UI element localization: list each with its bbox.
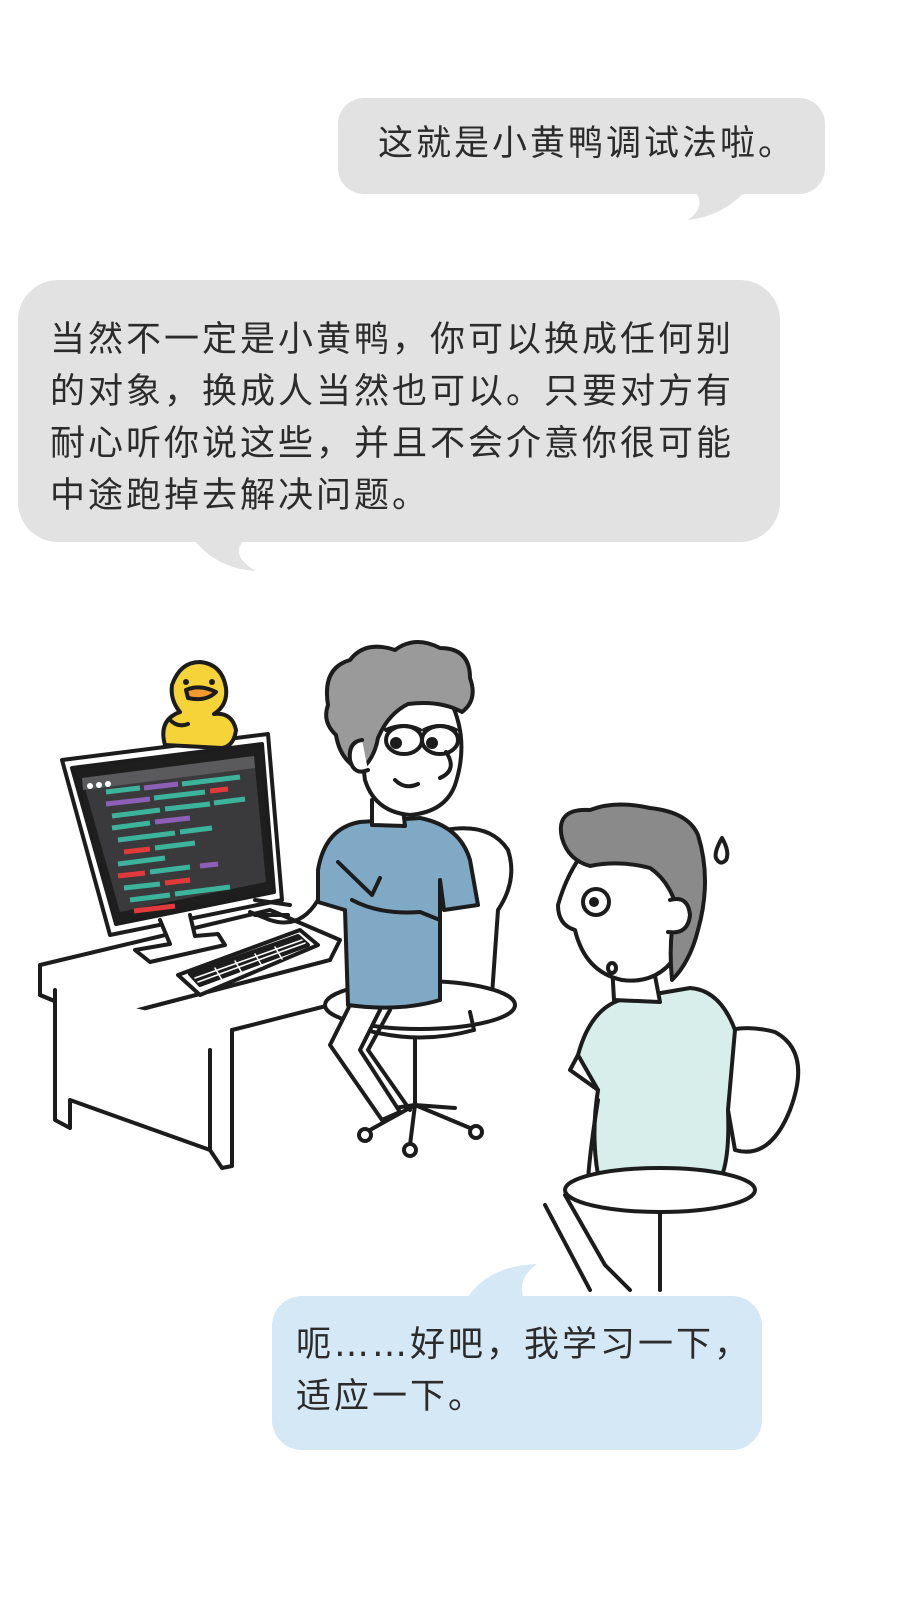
speech-bubble-bottom: 呃……好吧，我学习一下，适应一下。 bbox=[272, 1296, 762, 1450]
sweat-drop-icon bbox=[713, 836, 730, 865]
man-at-computer bbox=[248, 640, 480, 1122]
keyboard bbox=[176, 928, 320, 997]
computer-monitor bbox=[60, 732, 284, 964]
speech-tail-middle bbox=[190, 535, 256, 571]
speech-tail-bottom bbox=[465, 1264, 537, 1302]
speech-text-middle: 当然不一定是小黄鸭，你可以换成任何别的对象，换成人当然也可以。只要对方有耐心听你… bbox=[50, 320, 735, 516]
rubber-duck-icon bbox=[161, 660, 238, 750]
office-chair-left bbox=[323, 826, 517, 1158]
speech-text-top: 这就是小黄鸭调试法啦。 bbox=[378, 124, 797, 164]
speech-bubble-top: 这就是小黄鸭调试法啦。 bbox=[338, 98, 825, 194]
speech-text-bottom: 呃……好吧，我学习一下，适应一下。 bbox=[296, 1325, 753, 1417]
desk bbox=[38, 908, 342, 1170]
speech-tail-top bbox=[688, 186, 750, 220]
speech-bubble-middle: 当然不一定是小黄鸭，你可以换成任何别的对象，换成人当然也可以。只要对方有耐心听你… bbox=[18, 280, 780, 542]
man-sitting-right bbox=[543, 802, 801, 1292]
